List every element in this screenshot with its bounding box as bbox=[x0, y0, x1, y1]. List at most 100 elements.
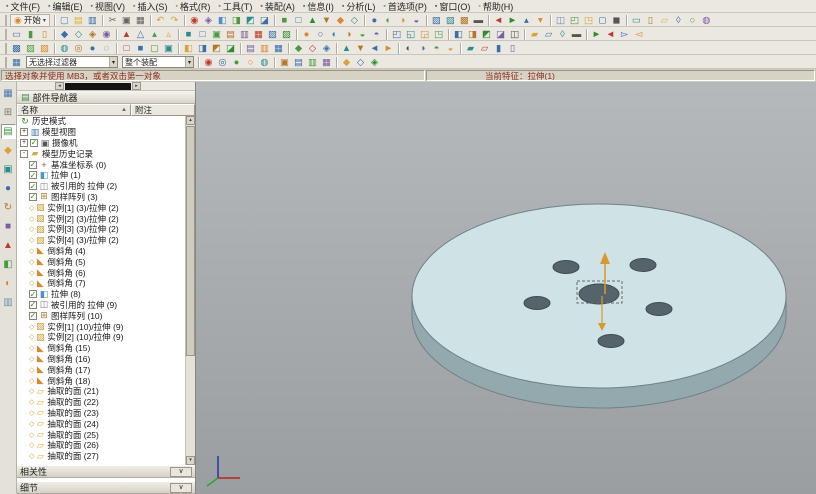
hole[interactable] bbox=[553, 261, 579, 274]
scroll-up-button[interactable]: ▴ bbox=[186, 116, 195, 125]
toolbar-icon[interactable]: □ bbox=[120, 42, 133, 55]
start-button[interactable]: ◉开始▾ bbox=[10, 14, 50, 27]
tree-item[interactable]: ◇▧实例[1] (10)/拉伸 (9) bbox=[17, 321, 185, 332]
toolbar-icon[interactable]: ▼ bbox=[320, 14, 333, 27]
toolbar-icon[interactable]: ● bbox=[368, 14, 381, 27]
toolbar-icon[interactable]: ◍ bbox=[258, 56, 271, 69]
menu-file[interactable]: ▪文件(F) bbox=[2, 0, 44, 13]
menu-format[interactable]: ▪格式(R) bbox=[171, 0, 214, 13]
toolbar-icon[interactable]: ▲ bbox=[120, 28, 133, 41]
toolbar-icon[interactable]: ▱ bbox=[658, 14, 671, 27]
toolbar-icon[interactable]: ◄ bbox=[492, 14, 505, 27]
toolbar-icon[interactable]: ▱ bbox=[542, 28, 555, 41]
toolbar-grip[interactable] bbox=[5, 29, 7, 40]
toolbar-icon[interactable]: ◐ bbox=[328, 28, 341, 41]
toolbar-icon[interactable]: ▧ bbox=[266, 28, 279, 41]
toolbar-icon[interactable]: □ bbox=[196, 28, 209, 41]
tree-item[interactable]: -▰模型历史记录 bbox=[17, 148, 185, 159]
toolbar-icon[interactable]: ◇ bbox=[354, 56, 367, 69]
scroll-left-button[interactable]: ◂ bbox=[55, 82, 64, 90]
toolbar-icon[interactable]: ▬ bbox=[570, 28, 583, 41]
hole[interactable] bbox=[579, 284, 619, 304]
toolbar-icon[interactable]: ◎ bbox=[72, 42, 85, 55]
scene-canvas[interactable] bbox=[196, 82, 816, 494]
toolbar-icon[interactable]: ▩ bbox=[458, 14, 471, 27]
toolbar-icon[interactable]: ► bbox=[506, 14, 519, 27]
toolbar-icon[interactable]: ◒ bbox=[444, 42, 457, 55]
toolbar-icon[interactable]: ◈ bbox=[202, 14, 215, 27]
toolbar-icon[interactable]: ◊ bbox=[556, 28, 569, 41]
column-header-note[interactable]: 附注 bbox=[131, 104, 195, 116]
toolbar-icon[interactable]: ▩ bbox=[10, 42, 23, 55]
toolbar-icon[interactable]: ◒ bbox=[410, 14, 423, 27]
constraint-navigator-icon[interactable]: ⊞ bbox=[1, 105, 16, 120]
expand-icon[interactable]: + bbox=[20, 128, 28, 136]
toolbar-icon[interactable]: ◪ bbox=[258, 14, 271, 27]
toolbar-icon[interactable]: ▥ bbox=[258, 42, 271, 55]
toolbar-icon[interactable]: ◧ bbox=[216, 14, 229, 27]
toolbar-icon[interactable]: ▲ bbox=[306, 14, 319, 27]
visibility-checkbox[interactable]: ✓ bbox=[29, 182, 37, 190]
toolbar-icon[interactable]: ◩ bbox=[480, 28, 493, 41]
toolbar-icon[interactable]: ► bbox=[382, 42, 395, 55]
toolbar-icon[interactable]: ◨ bbox=[466, 28, 479, 41]
toolbar-icon[interactable]: ■ bbox=[134, 42, 147, 55]
toolbar-icon[interactable]: ▼ bbox=[354, 42, 367, 55]
toolbar-icon[interactable]: ▤ bbox=[224, 28, 237, 41]
tree-item[interactable]: ◇▧实例[4] (3)/拉伸 (2) bbox=[17, 235, 185, 246]
toolbar-icon[interactable]: ◇ bbox=[348, 14, 361, 27]
toolbar-icon[interactable]: ► bbox=[590, 28, 603, 41]
toolbar-icon[interactable]: ◆ bbox=[340, 56, 353, 69]
toolbar-icon[interactable]: ▣ bbox=[162, 42, 175, 55]
toolbar-icon[interactable]: ▭ bbox=[10, 28, 23, 41]
details-panel-bar[interactable]: 细节 ∨ bbox=[17, 481, 195, 494]
toolbar-icon[interactable]: ◻ bbox=[596, 14, 609, 27]
toolbar-icon[interactable]: ▦ bbox=[320, 56, 333, 69]
toolbar-icon[interactable]: ▦ bbox=[252, 28, 265, 41]
toolbar-icon[interactable]: ◱ bbox=[404, 28, 417, 41]
toolbar-icon[interactable]: ◨ bbox=[230, 14, 243, 27]
tree-item[interactable]: ◇▧实例[2] (3)/拉伸 (2) bbox=[17, 213, 185, 224]
menu-view[interactable]: ▪视图(V) bbox=[86, 0, 128, 13]
hd3d-tool-icon[interactable]: ▣ bbox=[1, 162, 16, 177]
process-studio-icon[interactable]: ▲ bbox=[1, 238, 16, 253]
toolbar-icon[interactable]: ◪ bbox=[494, 28, 507, 41]
toolbar-icon[interactable]: ▦ bbox=[272, 42, 285, 55]
toolbar-icon[interactable]: ◍ bbox=[58, 42, 71, 55]
tree-item[interactable]: +▥模型视图 bbox=[17, 127, 185, 138]
toolbar-icon[interactable]: ◒ bbox=[356, 28, 369, 41]
menu-assemblies[interactable]: ▪装配(A) bbox=[256, 0, 298, 13]
menu-preferences[interactable]: ▪首选项(P) bbox=[379, 0, 430, 13]
scroll-down-button[interactable]: ▾ bbox=[186, 456, 195, 465]
toolbar-icon[interactable]: ▯ bbox=[38, 28, 51, 41]
hole[interactable] bbox=[630, 259, 656, 272]
cut-button[interactable]: ✂ bbox=[106, 14, 119, 27]
tree-item[interactable]: ◇▱抽取的面 (24) bbox=[17, 418, 185, 429]
tree-item[interactable]: ◇◣倒斜角 (4) bbox=[17, 246, 185, 257]
toolbar-icon[interactable]: ◇ bbox=[306, 42, 319, 55]
tree-item[interactable]: ↻历史模式 bbox=[17, 116, 185, 127]
history-palette-icon[interactable]: ↻ bbox=[1, 200, 16, 215]
toolbar-icon[interactable]: ◲ bbox=[418, 28, 431, 41]
menu-information[interactable]: ▪信息(I) bbox=[299, 0, 338, 13]
toolbar-icon[interactable]: ▮ bbox=[492, 42, 505, 55]
toolbar-icon[interactable]: ▾ bbox=[534, 14, 547, 27]
tree-item[interactable]: ◇◣倒斜角 (5) bbox=[17, 256, 185, 267]
tree-item[interactable]: ◇▱抽取的面 (26) bbox=[17, 440, 185, 451]
toolbar-icon[interactable]: ▯ bbox=[506, 42, 519, 55]
toolbar-icon[interactable]: ▢ bbox=[148, 42, 161, 55]
column-header-name[interactable]: 名称 ▲ bbox=[17, 104, 131, 116]
toolbar-icon[interactable]: ● bbox=[300, 28, 313, 41]
toolbar-icon[interactable]: ◉ bbox=[100, 28, 113, 41]
toolbar-icon[interactable]: ▥ bbox=[238, 28, 251, 41]
tree-item[interactable]: ◇◣倒斜角 (17) bbox=[17, 364, 185, 375]
web-browser-icon[interactable]: ● bbox=[1, 181, 16, 196]
toolbar-grip[interactable] bbox=[5, 15, 7, 26]
toolbar-icon[interactable]: ● bbox=[230, 56, 243, 69]
tree-item[interactable]: ◇▱抽取的面 (27) bbox=[17, 451, 185, 462]
selection-scope-combo[interactable]: 整个装配▾ bbox=[122, 56, 194, 68]
system-materials-icon[interactable]: ■ bbox=[1, 219, 16, 234]
tree-item[interactable]: ✓◫被引用的 拉伸 (2) bbox=[17, 181, 185, 192]
toolbar-icon[interactable]: ◉ bbox=[188, 14, 201, 27]
tree-item[interactable]: ✓◧拉伸 (1) bbox=[17, 170, 185, 181]
